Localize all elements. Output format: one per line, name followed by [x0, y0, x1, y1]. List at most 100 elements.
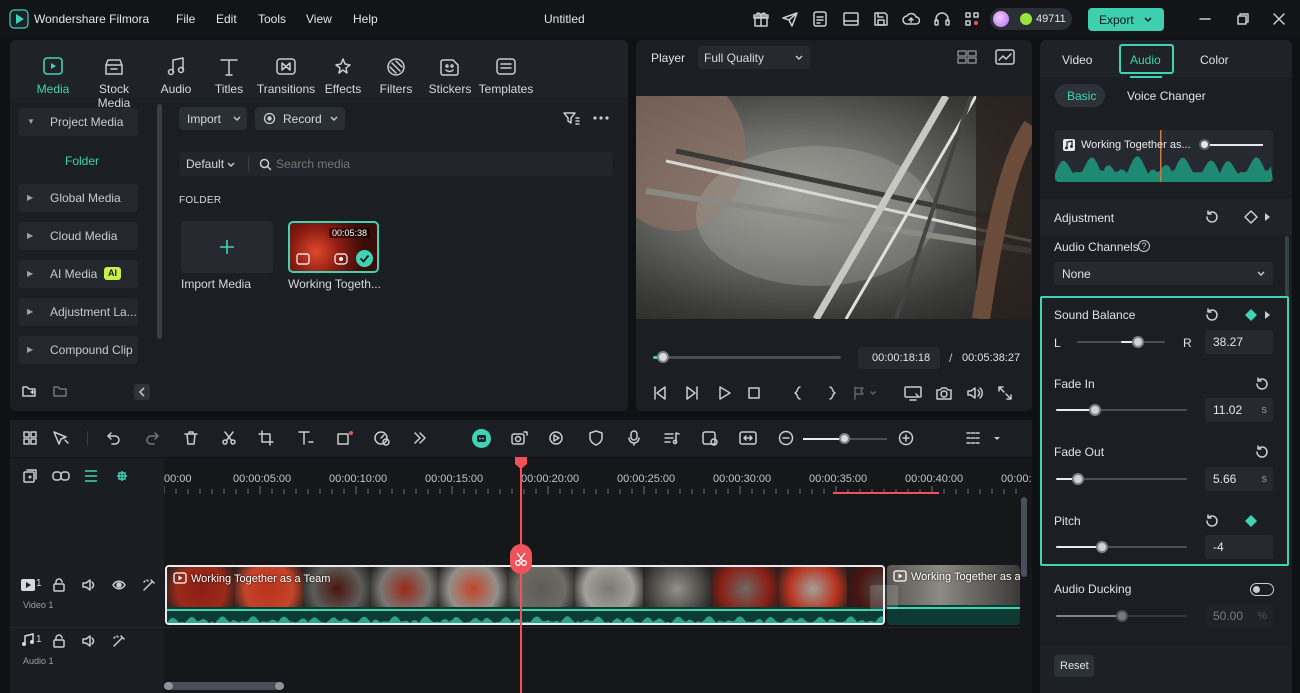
track-effects-icon[interactable]	[142, 578, 156, 592]
link-icon[interactable]	[52, 468, 70, 484]
headset-icon[interactable]	[933, 10, 951, 28]
video-preview[interactable]	[636, 96, 1032, 319]
player-progress-track[interactable]	[653, 351, 841, 363]
audio-ducking-value[interactable]: 50.00%	[1205, 604, 1273, 628]
sidebar-scrollbar[interactable]	[157, 104, 162, 339]
help-icon[interactable]: ?	[1138, 240, 1150, 252]
timeline-vertical-scrollbar[interactable]	[1021, 497, 1027, 577]
playhead-handle[interactable]	[514, 456, 528, 470]
fade-out-value[interactable]: 5.66 s	[1205, 467, 1273, 491]
transition-marker[interactable]	[870, 585, 898, 609]
zoom-in-icon[interactable]	[898, 430, 914, 446]
audio-mix-icon[interactable]	[663, 430, 681, 446]
cloud-upload-icon[interactable]	[902, 10, 920, 28]
sidebar-item-ai-media[interactable]: ▶ AI Media AI	[18, 260, 138, 288]
sidebar-folder[interactable]: Folder	[65, 154, 99, 168]
fit-width-icon[interactable]	[739, 430, 757, 446]
fade-in-slider[interactable]	[1056, 404, 1187, 416]
camera-icon[interactable]	[935, 385, 953, 401]
save-icon[interactable]	[872, 10, 890, 28]
mark-in-icon[interactable]	[791, 385, 807, 401]
tool-filters[interactable]: Filters	[365, 56, 427, 96]
auto-reframe-icon[interactable]	[510, 430, 528, 446]
media-clip-thumbnail[interactable]: 00:05:38	[288, 221, 379, 273]
import-dropdown[interactable]: Import	[179, 107, 247, 130]
zoom-out-icon[interactable]	[778, 430, 794, 446]
redo-icon[interactable]	[144, 430, 160, 446]
ai-assistant-icon[interactable]	[472, 429, 491, 448]
slider-knob[interactable]	[1096, 541, 1108, 553]
marker-icon[interactable]	[852, 385, 878, 401]
tool-stickers[interactable]: Stickers	[419, 56, 481, 96]
sidebar-project-media[interactable]: ▼ Project Media	[18, 108, 138, 136]
shape-icon[interactable]	[336, 430, 354, 446]
quality-dropdown[interactable]: Full Quality	[698, 46, 810, 69]
more-tools-icon[interactable]	[412, 430, 428, 446]
send-icon[interactable]	[781, 10, 799, 28]
layout-grid-icon[interactable]	[22, 430, 38, 446]
delete-icon[interactable]	[183, 430, 199, 446]
timeline-horizontal-scrollbar[interactable]	[164, 682, 284, 690]
split-scissors-button[interactable]	[510, 544, 532, 574]
fade-in-value[interactable]: 11.02 s	[1205, 398, 1273, 422]
tool-titles[interactable]: Titles	[198, 56, 260, 96]
tab-color[interactable]: Color	[1200, 53, 1229, 67]
reset-icon[interactable]	[1204, 513, 1220, 529]
prev-frame-icon[interactable]	[652, 385, 668, 401]
shield-icon[interactable]	[588, 430, 604, 446]
stop-icon[interactable]	[746, 385, 762, 401]
stack-tracks-icon[interactable]	[83, 468, 99, 484]
track-settings-icon[interactable]	[965, 430, 981, 446]
motion-track-icon[interactable]	[701, 430, 719, 446]
audio-ducking-slider[interactable]	[1056, 610, 1187, 622]
grid-view-icon[interactable]	[957, 49, 977, 65]
reset-icon[interactable]	[1204, 209, 1220, 225]
pitch-value[interactable]: -4	[1205, 535, 1273, 559]
chevron-down-icon[interactable]	[992, 434, 1002, 444]
filter-sort-icon[interactable]	[562, 110, 580, 126]
sound-balance-value[interactable]: 38.27	[1205, 330, 1273, 354]
minimize-icon[interactable]	[1197, 11, 1213, 27]
mark-out-icon[interactable]	[823, 385, 839, 401]
slider-knob[interactable]	[1072, 473, 1084, 485]
caret-right-icon[interactable]	[1263, 310, 1271, 320]
scroll-handle-left[interactable]	[164, 682, 173, 690]
track-effects-icon[interactable]	[112, 634, 126, 648]
display-icon[interactable]	[904, 385, 922, 401]
caret-right-icon[interactable]	[1263, 212, 1271, 222]
tool-media[interactable]: Media	[22, 56, 84, 96]
tab-audio[interactable]: Audio	[1119, 44, 1174, 74]
snap-magnet-icon[interactable]	[114, 468, 130, 484]
subtab-voice-changer[interactable]: Voice Changer	[1127, 89, 1206, 103]
menu-tools[interactable]: Tools	[258, 12, 286, 26]
undo-icon[interactable]	[106, 430, 122, 446]
new-folder-icon[interactable]	[21, 383, 37, 399]
menu-edit[interactable]: Edit	[216, 12, 237, 26]
reset-button[interactable]: Reset	[1054, 655, 1094, 677]
reset-icon[interactable]	[1204, 307, 1220, 323]
sidebar-item-compound-clip[interactable]: ▶ Compound Clip	[18, 336, 138, 364]
more-options-icon[interactable]	[592, 110, 610, 126]
select-arrow-icon[interactable]	[52, 430, 70, 446]
credits-pill[interactable]: 49711	[990, 8, 1072, 30]
apps-grid-icon[interactable]	[963, 10, 981, 28]
snapshot-chart-icon[interactable]	[995, 49, 1015, 65]
zoom-slider[interactable]	[803, 433, 887, 444]
sidebar-item-global-media[interactable]: ▶ Global Media	[18, 184, 138, 212]
waveform-volume-knob[interactable]	[1199, 139, 1210, 150]
pitch-slider[interactable]	[1056, 541, 1187, 553]
import-media-tile[interactable]	[181, 221, 273, 273]
tool-stock-media[interactable]: Stock Media	[83, 56, 145, 110]
audio-ducking-toggle[interactable]	[1250, 583, 1274, 596]
render-icon[interactable]	[548, 430, 564, 446]
keyframe-diamond-active-icon[interactable]	[1244, 308, 1258, 322]
scroll-handle-right[interactable]	[275, 682, 284, 690]
tool-templates[interactable]: Templates	[475, 56, 537, 96]
gift-icon[interactable]	[752, 10, 770, 28]
mute-speaker-icon[interactable]	[82, 578, 96, 592]
layout-icon[interactable]	[842, 10, 860, 28]
keyframe-diamond-active-icon[interactable]	[1244, 514, 1258, 528]
video-clip-2[interactable]: Working Together as a	[887, 565, 1020, 625]
lock-icon[interactable]	[52, 634, 66, 648]
zoom-knob[interactable]	[839, 433, 850, 444]
